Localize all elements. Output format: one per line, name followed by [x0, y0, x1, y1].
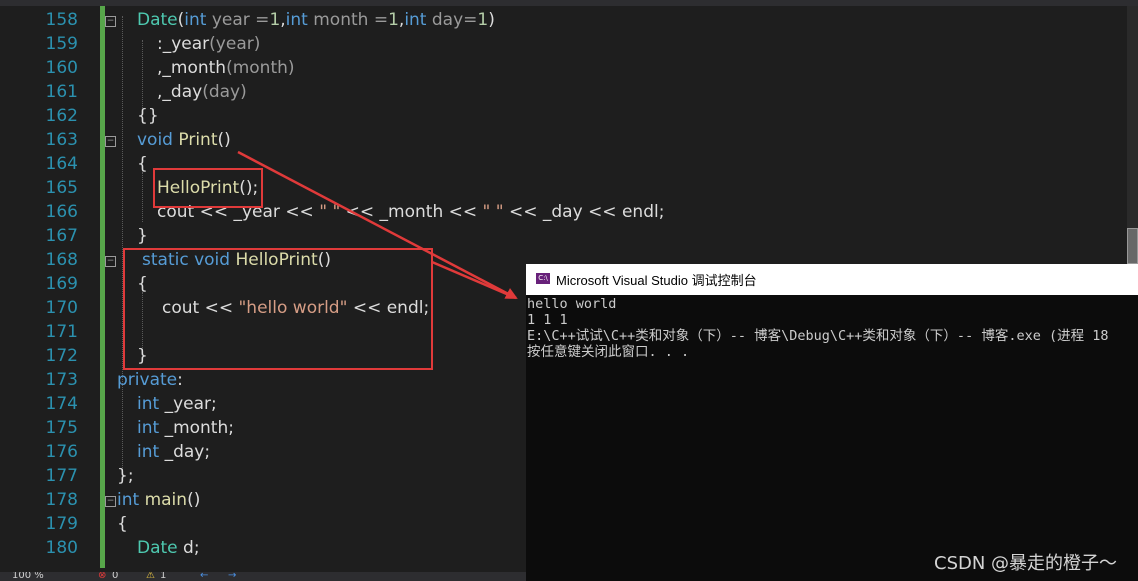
console-line: 1 1 1: [527, 312, 568, 328]
console-output[interactable]: hello world 1 1 1 E:\C++试试\C++类和对象（下）-- …: [527, 296, 1137, 581]
nav-back-icon[interactable]: ←: [200, 572, 208, 581]
zoom-level[interactable]: 100 %: [12, 572, 44, 581]
nav-forward-icon[interactable]: →: [228, 572, 236, 581]
editor-status-bar: 100 % ⊗ 0 ⚠ 1 ← →: [0, 572, 526, 581]
watermark: CSDN @暴走的橙子～: [934, 553, 1118, 574]
console-line: 按任意键关闭此窗口. . .: [527, 344, 690, 360]
vs-console-icon: C:\: [536, 273, 550, 284]
error-count[interactable]: 0: [112, 572, 118, 581]
warning-icon[interactable]: ⚠: [146, 572, 155, 581]
console-title: Microsoft Visual Studio 调试控制台: [556, 273, 757, 288]
console-line: hello world: [527, 296, 617, 312]
arrow-print-to-console: [237, 150, 518, 300]
console-line: E:\C++试试\C++类和对象（下）-- 博客\Debug\C++类和对象（下…: [527, 328, 1109, 344]
editor-scrollbar[interactable]: [1090, 6, 1138, 266]
debug-console-window[interactable]: C:\ Microsoft Visual Studio 调试控制台 hello …: [526, 264, 1138, 581]
warning-count[interactable]: 1: [160, 572, 166, 581]
error-icon[interactable]: ⊗: [98, 572, 106, 581]
arrow-helloprint-to-console: [431, 260, 517, 300]
console-title-bar[interactable]: C:\ Microsoft Visual Studio 调试控制台: [526, 264, 1138, 295]
